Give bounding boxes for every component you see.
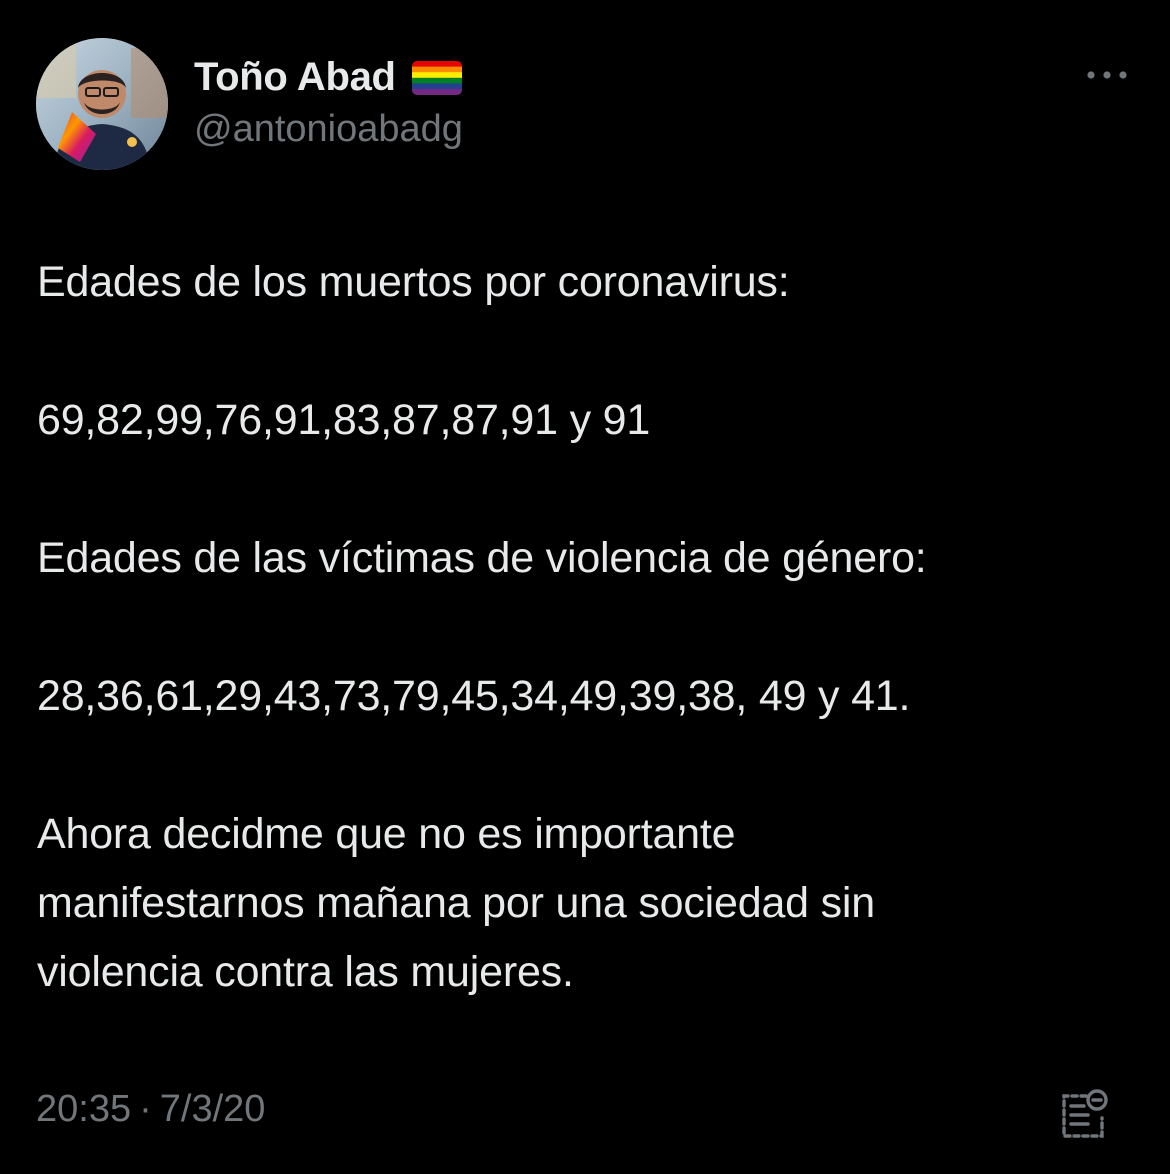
tweet-date[interactable]: 7/3/20 xyxy=(160,1088,266,1131)
author-display-name[interactable]: Toño Abad xyxy=(194,55,396,100)
notes-button[interactable] xyxy=(1056,1086,1112,1142)
author-handle[interactable]: @antonioabadg xyxy=(194,108,463,151)
tweet-timestamp[interactable]: 20:35 · 7/3/20 xyxy=(36,1088,265,1131)
tweet-closing-line: violencia contra las mujeres. xyxy=(37,948,574,996)
tweet-time[interactable]: 20:35 xyxy=(36,1088,131,1131)
tweet-line-covid-ages: 69,82,99,76,91,83,87,87,91 y 91 xyxy=(37,396,651,444)
tweet-line-violence-intro: Edades de las víctimas de violencia de g… xyxy=(37,534,927,582)
tweet: Toño Abad @antonioabadg Edades de los mu… xyxy=(0,0,1170,1174)
tweet-line-violence-ages: 28,36,61,29,43,73,79,45,34,49,39,38, 49 … xyxy=(37,672,911,720)
tweet-closing-line: manifestarnos mañana por una sociedad si… xyxy=(37,879,875,927)
more-dots-icon xyxy=(1087,71,1127,79)
rainbow-flag-icon xyxy=(411,61,462,95)
meta-separator: · xyxy=(139,1088,152,1130)
tweet-closing-line: Ahora decidme que no es importante xyxy=(37,810,736,858)
more-options-button[interactable] xyxy=(1082,58,1132,92)
avatar[interactable] xyxy=(36,38,168,170)
avatar-photo xyxy=(36,38,168,170)
tweet-text: Edades de los muertos por coronavirus: 6… xyxy=(37,248,1137,1007)
author-name-row[interactable]: Toño Abad xyxy=(194,50,462,104)
tweet-closing-paragraph: Ahora decidme que no es importante manif… xyxy=(37,800,1137,1007)
notes-icon xyxy=(1062,1089,1108,1138)
tweet-line-covid-intro: Edades de los muertos por coronavirus: xyxy=(37,258,790,306)
